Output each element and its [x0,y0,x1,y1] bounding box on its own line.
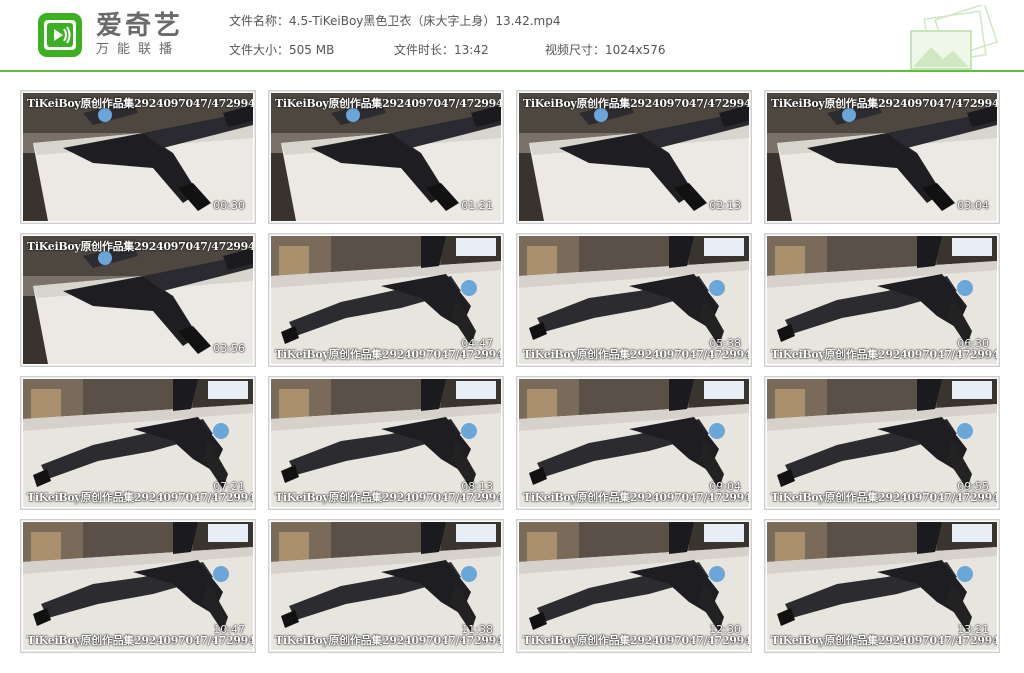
thumbnail-watermark: TiKeiBoy原创作品集2924097047/472994463 [27,97,253,110]
video-thumbnail[interactable]: TiKeiBoy原创作品集2924097047/472994463 10:47 [20,519,256,653]
video-thumbnail[interactable]: TiKeiBoy原创作品集2924097047/472994463 06:30 [764,233,1000,367]
file-size-label: 文件大小： [229,43,290,57]
thumbnail-timestamp: 08:13 [461,480,493,493]
header: 爱奇艺 万能联播 文件名称：4.5-TiKeiBoy黑色卫衣（床大字上身）13.… [0,0,1024,70]
video-thumbnail[interactable]: TiKeiBoy原创作品集2924097047/472994463 07:21 [20,376,256,510]
video-thumbnail[interactable]: TiKeiBoy原创作品集2924097047/472994463 12:30 [516,519,752,653]
thumbnail-watermark: TiKeiBoy原创作品集2924097047/472994463 [275,97,501,110]
thumbnail-frame: TiKeiBoy原创作品集2924097047/472994463 05:38 [519,236,749,364]
thumbnail-timestamp: 05:38 [709,337,741,350]
thumbnail-timestamp: 09:55 [957,480,989,493]
video-thumbnail[interactable]: TiKeiBoy原创作品集2924097047/472994463 09:04 [516,376,752,510]
thumbnail-timestamp: 07:21 [213,480,245,493]
thumbnail-frame: TiKeiBoy原创作品集2924097047/472994463 09:04 [519,379,749,507]
thumbnail-frame: TiKeiBoy原创作品集2924097047/472994463 00:30 [23,93,253,221]
thumbnail-frame: TiKeiBoy原创作品集2924097047/472994463 09:55 [767,379,997,507]
video-thumbnail[interactable]: TiKeiBoy原创作品集2924097047/472994463 01:21 [268,90,504,224]
video-thumbnail[interactable]: TiKeiBoy原创作品集2924097047/472994463 11:38 [268,519,504,653]
thumbnail-timestamp: 06:30 [957,337,989,350]
thumbnail-frame: TiKeiBoy原创作品集2924097047/472994463 02:13 [519,93,749,221]
dimensions-value: 1024x576 [605,43,666,57]
duration-label: 文件时长： [394,43,455,57]
thumbnail-watermark: TiKeiBoy原创作品集2924097047/472994463 [27,240,253,253]
thumbnail-timestamp: 09:04 [709,480,741,493]
video-thumbnail[interactable]: TiKeiBoy原创作品集2924097047/472994463 00:30 [20,90,256,224]
file-size-value: 505 MB [289,43,335,57]
duration: 文件时长：13:42 [394,43,489,57]
thumbnail-frame: TiKeiBoy原创作品集2924097047/472994463 03:04 [767,93,997,221]
thumbnail-watermark: TiKeiBoy原创作品集2924097047/472994463 [771,97,997,110]
file-name-value: 4.5-TiKeiBoy黑色卫衣（床大字上身）13.42.mp4 [289,14,561,28]
iqiyi-logo-icon [38,13,82,57]
video-thumbnail[interactable]: TiKeiBoy原创作品集2924097047/472994463 13:21 [764,519,1000,653]
thumbnail-frame: TiKeiBoy原创作品集2924097047/472994463 13:21 [767,522,997,650]
brand-name: 爱奇艺 [96,11,184,41]
thumbnail-frame: TiKeiBoy原创作品集2924097047/472994463 04:47 [271,236,501,364]
thumbnail-frame: TiKeiBoy原创作品集2924097047/472994463 01:21 [271,93,501,221]
video-thumbnail[interactable]: TiKeiBoy原创作品集2924097047/472994463 03:04 [764,90,1000,224]
thumbnail-frame: TiKeiBoy原创作品集2924097047/472994463 10:47 [23,522,253,650]
video-thumbnail[interactable]: TiKeiBoy原创作品集2924097047/472994463 08:13 [268,376,504,510]
video-thumbnail[interactable]: TiKeiBoy原创作品集2924097047/472994463 03:56 [20,233,256,367]
thumbnail-frame: TiKeiBoy原创作品集2924097047/472994463 03:56 [23,236,253,364]
thumbnail-timestamp: 00:30 [213,199,245,212]
dimensions-label: 视频尺寸： [545,43,606,57]
thumbnail-timestamp: 02:13 [709,199,741,212]
dimensions: 视频尺寸：1024x576 [545,43,666,57]
photo-decoration-icon [910,5,998,70]
thumbnail-timestamp: 03:56 [213,342,245,355]
brand-subtitle: 万能联播 [96,42,181,57]
duration-value: 13:42 [454,43,489,57]
thumbnail-timestamp: 10:47 [213,623,245,636]
brand: 爱奇艺 万能联播 [96,11,183,58]
thumbnail-timestamp: 13:21 [957,623,989,636]
video-thumbnail[interactable]: TiKeiBoy原创作品集2924097047/472994463 09:55 [764,376,1000,510]
thumbnail-watermark: TiKeiBoy原创作品集2924097047/472994463 [523,97,749,110]
thumbnail-frame: TiKeiBoy原创作品集2924097047/472994463 06:30 [767,236,997,364]
thumbnail-timestamp: 04:47 [461,337,493,350]
thumbnail-timestamp: 03:04 [957,199,989,212]
file-size: 文件大小：505 MB [229,43,334,57]
video-thumbnail[interactable]: TiKeiBoy原创作品集2924097047/472994463 02:13 [516,90,752,224]
header-divider [0,70,1024,72]
thumbnail-frame: TiKeiBoy原创作品集2924097047/472994463 12:30 [519,522,749,650]
thumbnail-timestamp: 11:38 [461,623,493,636]
video-thumbnail[interactable]: TiKeiBoy原创作品集2924097047/472994463 05:38 [516,233,752,367]
video-thumbnail[interactable]: TiKeiBoy原创作品集2924097047/472994463 04:47 [268,233,504,367]
thumbnail-timestamp: 12:30 [709,623,741,636]
thumbnail-frame: TiKeiBoy原创作品集2924097047/472994463 11:38 [271,522,501,650]
thumbnail-timestamp: 01:21 [461,199,493,212]
thumbnail-frame: TiKeiBoy原创作品集2924097047/472994463 08:13 [271,379,501,507]
thumbnail-frame: TiKeiBoy原创作品集2924097047/472994463 07:21 [23,379,253,507]
file-name-label: 文件名称： [229,14,290,28]
file-name: 文件名称：4.5-TiKeiBoy黑色卫衣（床大字上身）13.42.mp4 [229,14,561,28]
